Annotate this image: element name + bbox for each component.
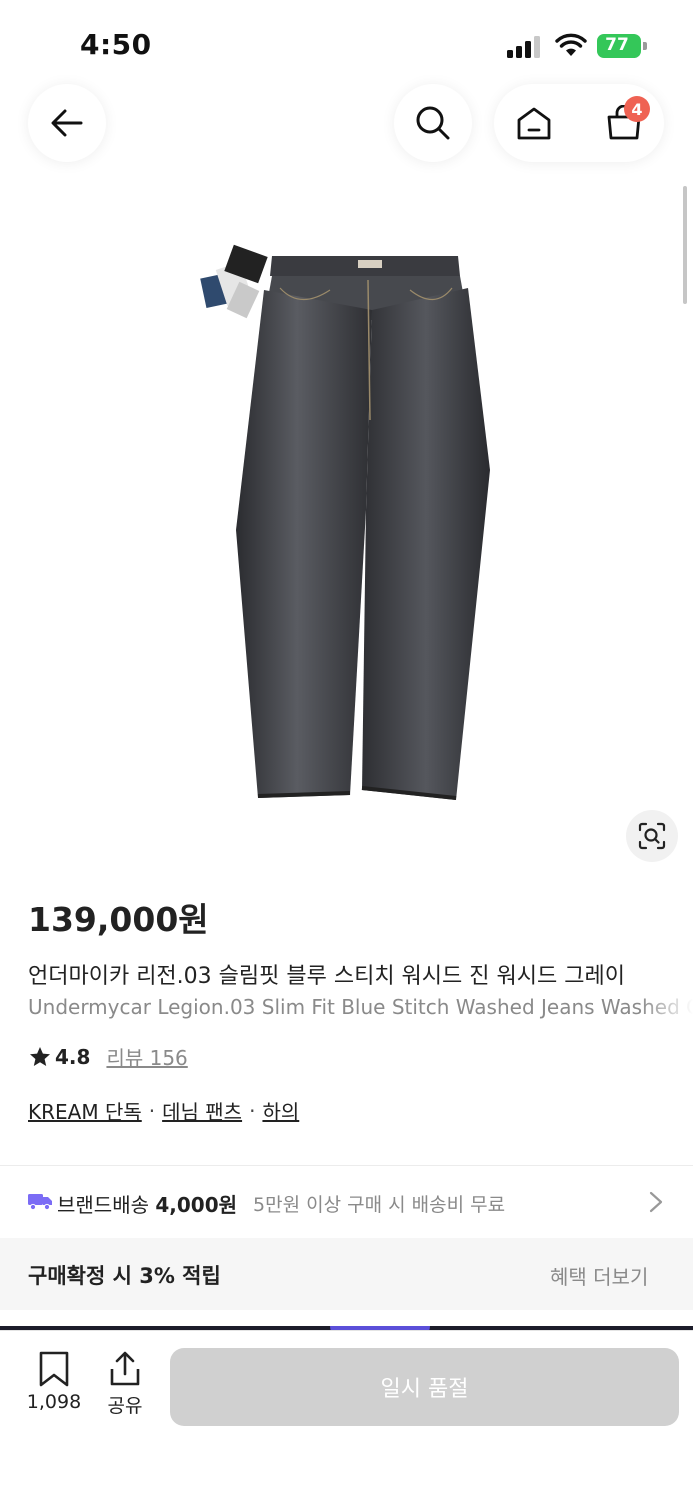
status-time: 4:50 [80,28,152,61]
benefit-row: 구매확정 시 3% 적립 혜택 더보기 [0,1238,693,1310]
delivery-note: 5만원 이상 구매 시 배송비 무료 [253,1194,506,1216]
delivery-type: 브랜드배송 [57,1193,149,1217]
rating-value: 4.8 [55,1044,91,1069]
battery-tip [643,42,647,50]
review-link[interactable]: 리뷰 156 [106,1042,187,1071]
status-bar: 4:50 77 [0,0,693,90]
image-search-button[interactable] [626,810,678,862]
home-button[interactable] [494,84,574,162]
home-icon [517,107,551,140]
wifi-icon [555,33,587,56]
star-icon [30,1046,50,1066]
bottom-action-bar: 1,098 공유 일시 품절 [0,1330,693,1500]
rating-row: 4.8 리뷰 156 [28,1042,188,1071]
product-title-english: Undermycar Legion.03 Slim Fit Blue Stitc… [28,995,693,1019]
cart-count-badge: 4 [624,96,650,122]
benefit-title: 구매확정 시 3% 적립 [28,1264,221,1288]
category-separator: · [249,1098,256,1123]
category-separator: · [148,1098,156,1123]
share-label: 공유 [107,1395,143,1417]
product-image[interactable] [0,170,693,860]
wishlist-button[interactable]: 1,098 [24,1351,84,1413]
delivery-info-row[interactable]: 브랜드배송 4,000원 5만원 이상 구매 시 배송비 무료 [0,1166,693,1238]
product-price: 139,000원 [28,900,209,939]
category-link-denim-pants[interactable]: 데님 팬츠 [162,1096,242,1125]
arrow-left-icon [51,109,83,137]
delivery-fee: 4,000원 [155,1193,238,1217]
category-link-bottoms[interactable]: 하의 [262,1096,299,1125]
bookmark-icon [39,1351,69,1387]
price-tags [200,244,268,319]
wishlist-count: 1,098 [26,1391,82,1413]
delivery-label: 브랜드배송 4,000원 [57,1189,237,1218]
category-breadcrumb: KREAM 단독 · 데님 팬츠 · 하의 [28,1096,299,1125]
image-search-icon [638,822,666,850]
battery-indicator: 77 [597,34,647,58]
benefit-more-link[interactable]: 혜택 더보기 [550,1261,648,1290]
cellular-signal-icon [507,36,540,58]
chevron-right-icon [649,1191,663,1213]
search-icon [416,106,450,140]
share-button[interactable]: 공유 [100,1351,150,1418]
product-title-korean: 언더마이카 리전.03 슬림핏 블루 스티치 워시드 진 워시드 그레이 [28,964,625,989]
category-link-exclusive[interactable]: KREAM 단독 [28,1096,142,1125]
share-icon [110,1351,140,1386]
title-fade-overlay [640,955,693,1025]
cart-button[interactable]: 4 [584,84,664,162]
sold-out-button[interactable]: 일시 품절 [170,1348,679,1426]
search-button[interactable] [394,84,472,162]
back-button[interactable] [28,84,106,162]
battery-level: 77 [605,35,629,55]
home-cart-group: 4 [494,84,664,162]
truck-icon [28,1194,52,1210]
